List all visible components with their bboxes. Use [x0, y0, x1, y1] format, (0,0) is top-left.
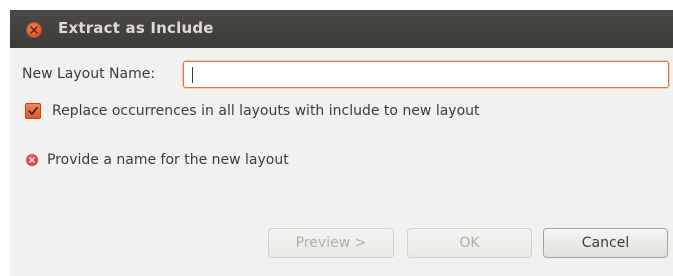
preview-button[interactable]: Preview > [268, 228, 394, 258]
ok-button[interactable]: OK [407, 228, 532, 258]
layout-name-row: New Layout Name: [22, 61, 672, 89]
error-icon [26, 154, 38, 166]
replace-occurrences-label[interactable]: Replace occurrences in all layouts with … [52, 103, 480, 119]
close-icon [30, 26, 38, 34]
replace-occurrences-row[interactable]: Replace occurrences in all layouts with … [25, 101, 480, 121]
cancel-button[interactable]: Cancel [543, 228, 668, 258]
extract-include-dialog: Extract as Include New Layout Name: Repl… [10, 10, 673, 276]
error-message-text: Provide a name for the new layout [47, 152, 289, 168]
close-button[interactable] [26, 22, 42, 38]
title-bar: Extract as Include [10, 10, 673, 48]
checkmark-icon [28, 106, 38, 115]
replace-occurrences-checkbox[interactable] [25, 103, 41, 119]
layout-name-label: New Layout Name: [22, 66, 156, 82]
text-cursor [192, 67, 193, 83]
layout-name-input[interactable] [183, 61, 669, 88]
dialog-title: Extract as Include [58, 19, 214, 37]
validation-message: Provide a name for the new layout [26, 150, 289, 170]
